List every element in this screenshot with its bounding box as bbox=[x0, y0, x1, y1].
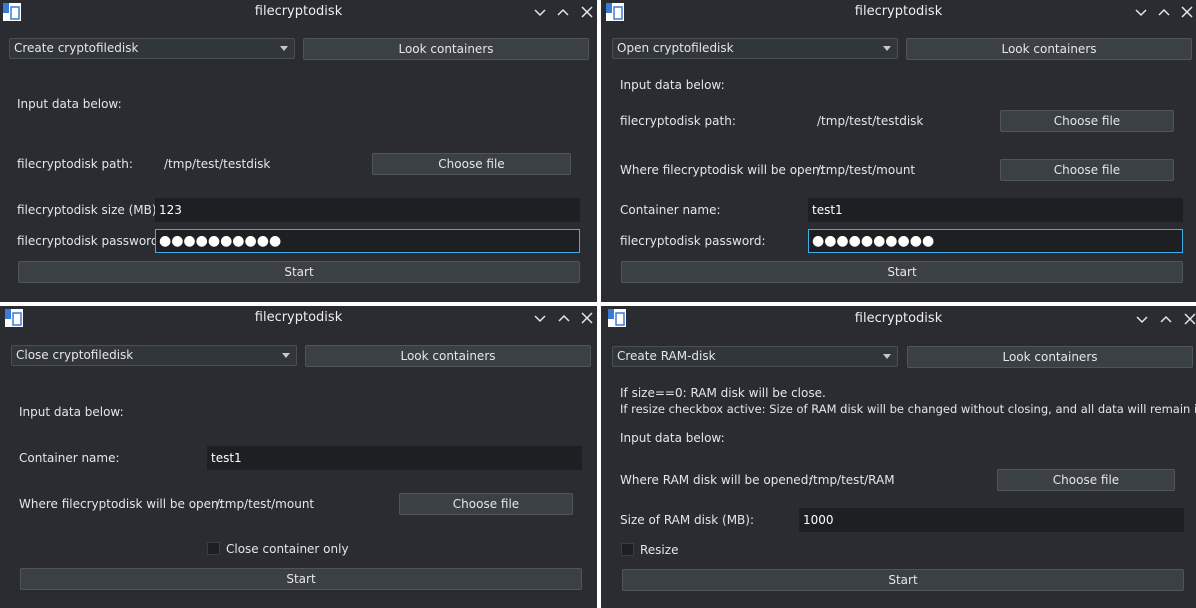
choose-mount-button[interactable]: Choose file bbox=[1000, 159, 1174, 181]
container-label: Container name: bbox=[19, 451, 120, 465]
ram-path-label: Where RAM disk will be opened: bbox=[620, 473, 813, 487]
minimize-icon[interactable] bbox=[530, 2, 550, 22]
titlebar[interactable]: filecryptodisk bbox=[0, 306, 597, 330]
chevron-down-icon bbox=[883, 46, 891, 51]
path-value: /tmp/test/testdisk bbox=[164, 157, 271, 171]
window-open: filecryptodisk Open cryptofiledisk Look … bbox=[601, 0, 1196, 302]
mode-select[interactable]: Close cryptofiledisk bbox=[11, 345, 297, 366]
titlebar[interactable]: filecryptodisk bbox=[0, 0, 597, 24]
input-heading: Input data below: bbox=[620, 431, 725, 445]
choose-file-button[interactable]: Choose file bbox=[1000, 110, 1174, 132]
window-create: filecryptodisk Create cryptofiledisk Loo… bbox=[0, 0, 597, 302]
start-button[interactable]: Start bbox=[621, 261, 1183, 283]
ram-path-value: /tmp/test/RAM bbox=[809, 473, 895, 487]
mode-select[interactable]: Create cryptofiledisk bbox=[9, 38, 295, 59]
mount-label: Where filecryptodisk will be open: bbox=[19, 497, 223, 511]
close-only-label: Close container only bbox=[226, 542, 349, 556]
mode-select-value: Create RAM-disk bbox=[617, 349, 716, 363]
input-heading: Input data below: bbox=[17, 97, 122, 111]
password-input[interactable]: ●●●●●●●●●● bbox=[155, 229, 580, 253]
path-label: filecryptodisk path: bbox=[620, 114, 736, 128]
start-button[interactable]: Start bbox=[622, 569, 1184, 591]
info-line-2: If resize checkbox active: Size of RAM d… bbox=[620, 402, 1196, 416]
chevron-down-icon bbox=[282, 353, 290, 358]
size-label: filecryptodisk size (MB): bbox=[17, 203, 161, 217]
container-input[interactable]: test1 bbox=[808, 198, 1183, 222]
look-containers-button[interactable]: Look containers bbox=[906, 38, 1192, 60]
close-icon[interactable] bbox=[1177, 2, 1196, 22]
mode-select-value: Open cryptofiledisk bbox=[617, 41, 734, 55]
maximize-icon[interactable] bbox=[1154, 2, 1174, 22]
container-label: Container name: bbox=[620, 203, 721, 217]
maximize-icon[interactable] bbox=[1156, 309, 1176, 329]
mount-value: /tmp/test/mount bbox=[216, 497, 315, 511]
password-label: filecryptodisk password: bbox=[620, 234, 766, 248]
maximize-icon[interactable] bbox=[554, 308, 574, 328]
maximize-icon[interactable] bbox=[553, 2, 573, 22]
chevron-down-icon bbox=[280, 46, 288, 51]
titlebar[interactable]: filecryptodisk bbox=[601, 306, 1196, 330]
size-input[interactable]: 123 bbox=[155, 198, 580, 222]
choose-file-button[interactable]: Choose file bbox=[399, 493, 573, 515]
password-label: filecryptodisk password: bbox=[17, 234, 163, 248]
choose-file-button[interactable]: Choose file bbox=[372, 153, 571, 175]
minimize-icon[interactable] bbox=[530, 308, 550, 328]
input-heading: Input data below: bbox=[620, 78, 725, 92]
window-title: filecryptodisk bbox=[854, 4, 943, 19]
window-title: filecryptodisk bbox=[254, 4, 343, 19]
password-input[interactable]: ●●●●●●●●●● bbox=[808, 229, 1183, 253]
window-title: filecryptodisk bbox=[854, 311, 943, 326]
window-close: filecryptodisk Close cryptofiledisk Look… bbox=[0, 306, 597, 608]
chevron-down-icon bbox=[883, 354, 891, 359]
close-icon[interactable] bbox=[1180, 309, 1196, 329]
minimize-icon[interactable] bbox=[1132, 309, 1152, 329]
size-label: Size of RAM disk (MB): bbox=[620, 513, 755, 527]
resize-label: Resize bbox=[640, 543, 679, 557]
look-containers-button[interactable]: Look containers bbox=[303, 38, 589, 60]
mount-label: Where filecryptodisk will be open: bbox=[620, 163, 824, 177]
mode-select[interactable]: Open cryptofiledisk bbox=[612, 38, 898, 59]
mode-select-value: Create cryptofiledisk bbox=[14, 41, 139, 55]
titlebar[interactable]: filecryptodisk bbox=[601, 0, 1196, 24]
close-icon[interactable] bbox=[577, 2, 597, 22]
choose-file-button[interactable]: Choose file bbox=[997, 469, 1175, 491]
close-only-checkbox[interactable] bbox=[207, 542, 220, 555]
resize-checkbox[interactable] bbox=[621, 543, 634, 556]
mode-select-value: Close cryptofiledisk bbox=[16, 348, 134, 362]
mount-value: /tmp/test/mount bbox=[817, 163, 916, 177]
close-icon[interactable] bbox=[577, 308, 597, 328]
info-line-1: If size==0: RAM disk will be close. bbox=[620, 386, 826, 400]
size-input[interactable]: 1000 bbox=[799, 508, 1184, 532]
mode-select[interactable]: Create RAM-disk bbox=[612, 346, 898, 367]
input-heading: Input data below: bbox=[19, 405, 124, 419]
look-containers-button[interactable]: Look containers bbox=[907, 346, 1193, 368]
start-button[interactable]: Start bbox=[20, 568, 582, 590]
path-value: /tmp/test/testdisk bbox=[817, 114, 924, 128]
container-input[interactable]: test1 bbox=[207, 446, 582, 470]
look-containers-button[interactable]: Look containers bbox=[305, 345, 591, 367]
window-ram: filecryptodisk Create RAM-disk Look cont… bbox=[601, 306, 1196, 608]
minimize-icon[interactable] bbox=[1131, 2, 1151, 22]
start-button[interactable]: Start bbox=[18, 261, 580, 283]
path-label: filecryptodisk path: bbox=[17, 157, 133, 171]
window-title: filecryptodisk bbox=[254, 310, 343, 325]
